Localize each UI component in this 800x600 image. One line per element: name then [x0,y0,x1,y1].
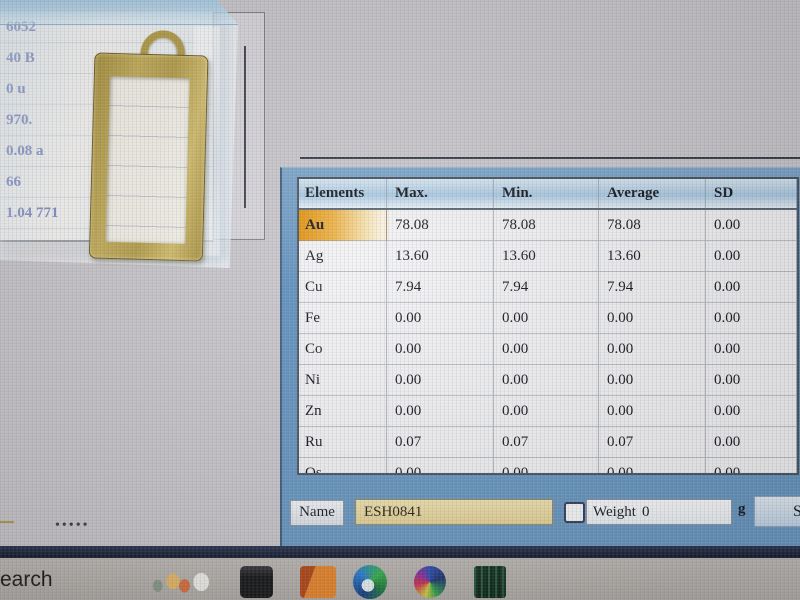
column-header[interactable]: SD [706,179,797,208]
weight-input[interactable]: Weight 0 [586,499,732,525]
table-row-au[interactable]: Au78.0878.0878.080.00 [299,210,797,241]
table-row-ag[interactable]: Ag13.6013.6013.600.00 [299,241,797,272]
value-cell: 0.00 [387,303,494,334]
edge-browser-icon[interactable] [353,565,387,599]
sample-name-input[interactable]: ESH0841 [355,499,553,525]
value-cell: 0.00 [706,303,797,334]
table-row-ni[interactable]: Ni0.000.000.000.00 [299,365,797,396]
value-cell: 78.08 [599,210,706,241]
element-cell: Zn [299,396,387,427]
value-cell: 0.00 [599,303,706,334]
element-cell: Cu [299,272,387,303]
value-cell: 0.07 [494,427,599,458]
results-table: ElementsMax.Min.AverageSD Au78.0878.0878… [297,177,799,475]
grams-unit-label: g [738,501,746,518]
monitor-screen: 605240 B0 u970.0.08 a661.04 771 Elements… [0,0,800,600]
value-cell: 0.00 [599,458,706,475]
value-cell: 0.00 [599,396,706,427]
value-cell: 0.00 [494,396,599,427]
value-cell: 7.94 [387,272,494,303]
value-cell: 0.00 [387,334,494,365]
table-row-co[interactable]: Co0.000.000.000.00 [299,334,797,365]
name-label: Name [290,500,344,526]
value-cell: 0.00 [706,458,797,475]
value-cell: 0.00 [706,334,797,365]
element-cell: Ag [299,241,387,272]
orange-app-icon[interactable] [300,566,336,598]
value-cell: 0.00 [706,427,797,458]
value-cell: 0.00 [706,365,797,396]
table-header-row: ElementsMax.Min.AverageSD [299,179,797,210]
value-cell: 0.00 [494,303,599,334]
groupbox-top-line [300,157,800,159]
weight-value: 0 [642,504,650,520]
value-cell: 13.60 [599,241,706,272]
value-cell: 7.94 [494,272,599,303]
value-cell: 0.07 [599,427,706,458]
value-cell: 7.94 [599,272,706,303]
table-row-os[interactable]: Os0.000.000.000.00 [299,458,797,475]
value-cell: 78.08 [494,210,599,241]
value-cell: 0.00 [599,334,706,365]
pendant-frame [89,52,209,261]
pendant-opening [105,76,190,244]
value-cell: 13.60 [494,241,599,272]
value-cell: 0.07 [387,427,494,458]
column-header[interactable]: Elements [299,179,387,208]
element-cell: Au [299,210,387,241]
element-cell: Os [299,458,387,475]
save-button[interactable]: Sa [754,496,800,527]
scrollbar-thumb[interactable] [244,46,246,208]
value-cell: 78.08 [387,210,494,241]
analyzer-window: ElementsMax.Min.AverageSD Au78.0878.0878… [280,167,800,559]
value-cell: 0.00 [494,334,599,365]
window-bottom-edge [0,546,800,558]
value-cell: 0.00 [706,241,797,272]
value-cell: 0.00 [494,458,599,475]
weight-label: Weight [593,504,636,520]
desktop-dash [0,521,14,523]
element-cell: Co [299,334,387,365]
pinwheel-icon[interactable] [414,566,446,598]
search-label[interactable]: earch [0,568,53,592]
element-cell: Ni [299,365,387,396]
table-row-fe[interactable]: Fe0.000.000.000.00 [299,303,797,334]
value-cell: 0.00 [706,210,797,241]
element-cell: Fe [299,303,387,334]
value-cell: 0.00 [706,396,797,427]
bag-seal [0,0,238,25]
gold-pendant [87,26,211,261]
column-header[interactable]: Average [599,179,706,208]
element-cell: Ru [299,427,387,458]
table-row-ru[interactable]: Ru0.070.070.070.00 [299,427,797,458]
black-app-icon[interactable] [240,566,273,598]
value-cell: 0.00 [387,396,494,427]
desktop-dots: ••••• [55,518,90,534]
weight-checkbox[interactable] [564,502,585,523]
value-cell: 0.00 [387,458,494,475]
column-header[interactable]: Max. [387,179,494,208]
apps-cluster-icon[interactable] [150,566,214,598]
column-header[interactable]: Min. [494,179,599,208]
value-cell: 13.60 [387,241,494,272]
value-cell: 0.00 [706,272,797,303]
value-cell: 0.00 [494,365,599,396]
value-cell: 0.00 [387,365,494,396]
table-row-zn[interactable]: Zn0.000.000.000.00 [299,396,797,427]
value-cell: 0.00 [599,365,706,396]
table-row-cu[interactable]: Cu7.947.947.940.00 [299,272,797,303]
terminal-green-icon[interactable] [474,566,506,598]
taskbar: earch [0,558,800,600]
